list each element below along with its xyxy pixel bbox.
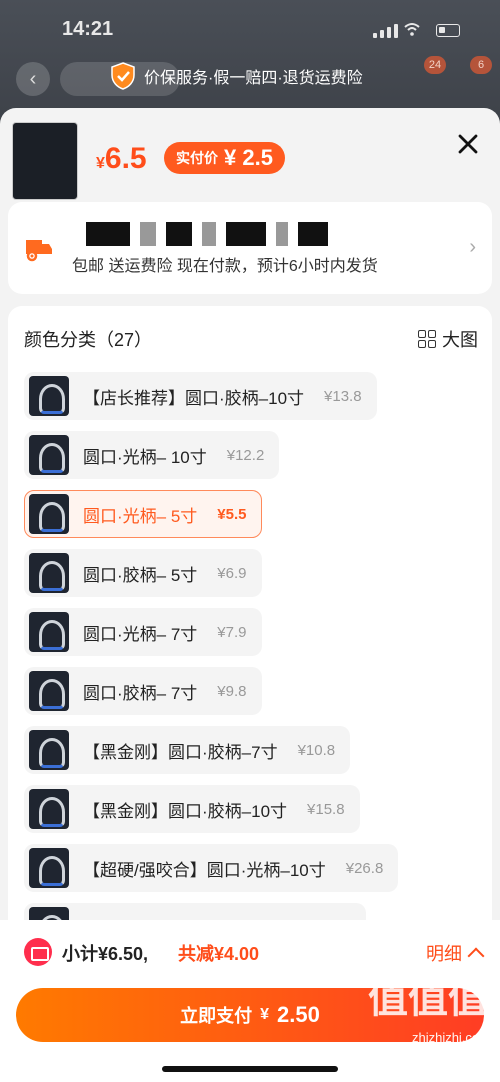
pay-amount: 2.50 <box>277 1002 320 1027</box>
pay-label: 立即支付 <box>180 1006 253 1026</box>
cart-badge: 24 <box>424 56 446 74</box>
big-view-label: 大图 <box>442 330 478 350</box>
option-price: ¥6.9 <box>217 564 247 582</box>
watermark-brand: 值值值 <box>368 977 488 1021</box>
close-icon[interactable] <box>456 132 480 156</box>
option-name: 圆口·光柄– 10寸 <box>83 447 207 467</box>
shipping-card[interactable]: 包邮 送运费险 现在付款，预计6小时内发货 › <box>8 202 492 294</box>
promise-text: 价保服务·假一赔四·退货运费险 <box>144 70 363 87</box>
option-price: ¥15.8 <box>307 800 345 818</box>
grid-icon <box>418 330 436 348</box>
price-value: 6.5 <box>104 142 147 175</box>
sku-sheet: ¥6.5 实付价 ¥ 2.5 包邮 送运费险 现在付款，预计6小时内发货 › 颜… <box>0 108 500 1082</box>
option-item[interactable]: 【黑金刚】圆口·胶柄–10寸 ¥15.8 <box>24 785 360 833</box>
option-price: ¥13.8 <box>324 387 362 405</box>
paid-price-badge: 实付价 ¥ 2.5 <box>164 142 285 174</box>
option-price: ¥7.9 <box>217 623 247 641</box>
option-thumbnail <box>29 553 69 593</box>
option-thumbnail <box>29 494 69 534</box>
detail-button[interactable]: 明细 <box>426 940 485 966</box>
delivery-icon <box>26 240 52 262</box>
option-list: 【店长推荐】圆口·胶柄–10寸 ¥13.8 圆口·光柄– 10寸 ¥12.2 圆口·… <box>24 372 484 946</box>
option-name: 【黑金刚】圆口·胶柄–7寸 <box>83 742 278 762</box>
option-name: 【黑金刚】圆口·胶柄–10寸 <box>83 801 288 821</box>
chevron-up-icon <box>467 947 485 965</box>
promise-banner[interactable]: 价保服务·假一赔四·退货运费险 <box>108 58 363 94</box>
price-currency: ¥ <box>96 155 105 172</box>
status-bar: 14:21 <box>0 16 500 46</box>
masked-address <box>86 222 328 246</box>
option-thumbnail <box>29 848 69 888</box>
watermark-logo: 值值值 <box>368 966 488 1024</box>
option-item[interactable]: 圆口·光柄– 10寸 ¥12.2 <box>24 431 280 479</box>
option-name: 圆口·光柄– 5寸 <box>83 506 198 526</box>
option-thumbnail <box>29 671 69 711</box>
option-price: ¥10.8 <box>297 741 336 759</box>
option-thumbnail <box>29 612 69 652</box>
status-time: 14:21 <box>62 18 114 40</box>
option-item[interactable]: 圆口·胶柄– 5寸 ¥6.9 <box>24 549 262 597</box>
paid-value: ¥ 2.5 <box>224 145 273 170</box>
pay-currency: ¥ <box>260 1006 270 1023</box>
battery-icon <box>436 24 460 37</box>
option-price: ¥5.5 <box>217 505 247 523</box>
option-name: 【超硬/强咬合】圆口·光柄–10寸 <box>83 860 326 880</box>
product-price: ¥6.5 <box>96 142 147 176</box>
options-panel: 颜色分类（27） 大图 【店长推荐】圆口·胶柄–10寸 ¥13.8 圆口·光柄– … <box>8 306 492 946</box>
option-item[interactable]: 圆口·胶柄– 7寸 ¥9.8 <box>24 667 262 715</box>
paid-label: 实付价 <box>176 150 218 166</box>
back-icon[interactable]: ‹ <box>16 62 50 96</box>
option-thumbnail <box>29 435 69 475</box>
option-name: 【店长推荐】圆口·胶柄–10寸 <box>83 388 305 408</box>
option-thumbnail <box>29 376 69 416</box>
option-item[interactable]: 圆口·光柄– 7寸 ¥7.9 <box>24 608 262 656</box>
shield-check-icon <box>111 62 135 90</box>
option-name: 圆口·光柄– 7寸 <box>83 624 198 644</box>
wifi-icon <box>404 23 420 36</box>
big-view-button[interactable]: 大图 <box>418 326 478 352</box>
coupon-icon <box>24 938 52 966</box>
option-name: 圆口·胶柄– 7寸 <box>83 683 198 703</box>
options-header: 颜色分类（27） <box>24 330 153 350</box>
message-badge: 6 <box>470 56 492 74</box>
option-item[interactable]: 【黑金刚】圆口·胶柄–7寸 ¥10.8 <box>24 726 351 774</box>
watermark-text: zhizhizhi.com <box>411 1030 490 1045</box>
option-thumbnail <box>29 789 69 829</box>
option-thumbnail <box>29 730 69 770</box>
option-price: ¥12.2 <box>226 446 265 464</box>
discount-total: 共减¥4.00 <box>178 944 260 964</box>
option-name: 圆口·胶柄– 5寸 <box>83 565 198 585</box>
chevron-right-icon: › <box>469 236 476 258</box>
option-item-selected[interactable]: 圆口·光柄– 5寸 ¥5.5 <box>24 490 262 538</box>
shipping-info: 包邮 送运费险 现在付款，预计6小时内发货 <box>72 258 378 275</box>
subtotal: 小计¥6.50, <box>62 944 149 964</box>
option-item[interactable]: 【超硬/强咬合】圆口·光柄–10寸 ¥26.8 <box>24 844 399 892</box>
signal-icon <box>373 24 398 38</box>
option-item[interactable]: 【店长推荐】圆口·胶柄–10寸 ¥13.8 <box>24 372 377 420</box>
option-price: ¥9.8 <box>217 682 247 700</box>
detail-label: 明细 <box>426 944 462 964</box>
option-price: ¥26.8 <box>345 859 384 877</box>
home-indicator <box>162 1066 338 1072</box>
product-thumbnail[interactable] <box>12 122 78 200</box>
